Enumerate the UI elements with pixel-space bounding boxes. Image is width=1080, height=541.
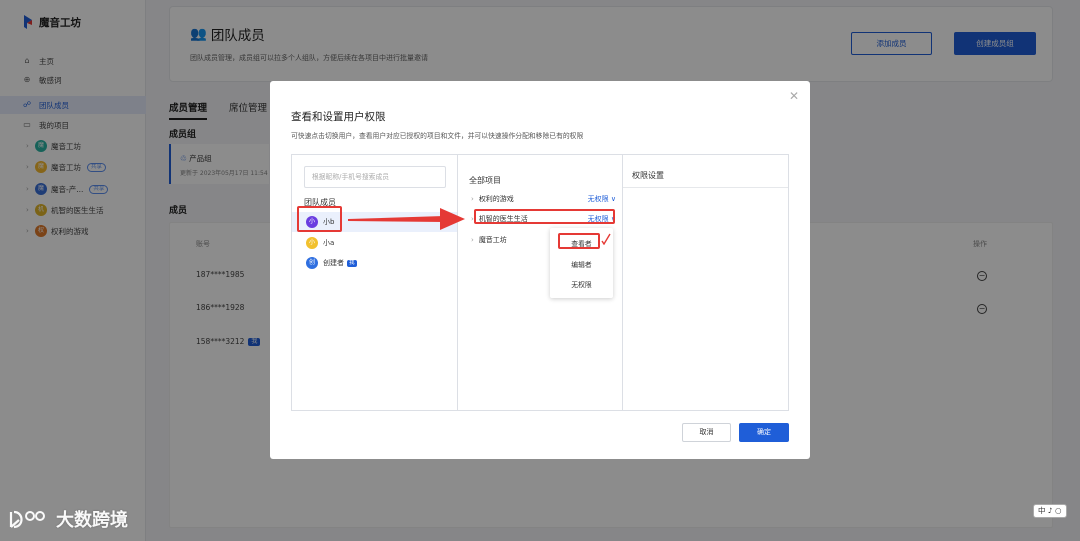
watermark-text: 大数跨境 bbox=[56, 510, 128, 531]
project-name: 权利的游戏 bbox=[478, 195, 514, 203]
permission-select[interactable]: 无权限 ∨ bbox=[588, 194, 616, 204]
permission-settings-panel: 权限设置 bbox=[622, 154, 789, 411]
check-mark-icon bbox=[601, 233, 611, 245]
project-name: 魔音工坊 bbox=[478, 236, 507, 244]
dialog-description: 可快速点击切换用户，查看用户对应已授权的项目和文件，并可以快速操作分配和移除已有… bbox=[291, 132, 584, 140]
permission-settings-title: 权限设置 bbox=[632, 171, 664, 180]
close-icon[interactable]: ✕ bbox=[789, 89, 799, 103]
ime-indicator[interactable]: 中 ♪ ○ bbox=[1033, 504, 1067, 518]
confirm-button[interactable]: 确定 bbox=[739, 423, 789, 442]
project-row[interactable]: › 权利的游戏 无权限 ∨ bbox=[471, 192, 616, 206]
member-item-creator[interactable]: 创 创建者 我 bbox=[292, 253, 457, 273]
dropdown-item-editor[interactable]: 编辑者 bbox=[550, 259, 613, 269]
chevron-right-icon: › bbox=[471, 236, 474, 244]
member-search-input[interactable]: 根据昵称/手机号搜索成员 bbox=[304, 166, 446, 188]
cancel-button[interactable]: 取消 bbox=[682, 423, 731, 442]
project-list-panel: 全部项目 › 权利的游戏 无权限 ∨ › 机智的医生生活 无权限 ∨ › 魔音工… bbox=[457, 154, 623, 411]
dialog-title: 查看和设置用户权限 bbox=[291, 111, 386, 123]
highlight-selected-member bbox=[297, 206, 342, 232]
chevron-right-icon: › bbox=[471, 195, 474, 203]
member-list-panel: 根据昵称/手机号搜索成员 团队成员 小 小b 小 小a 创 创建者 我 bbox=[291, 154, 458, 411]
watermark: 大数跨境 bbox=[8, 506, 128, 532]
all-projects-label: 全部项目 bbox=[469, 176, 501, 185]
highlight-project-row bbox=[474, 209, 615, 224]
divider bbox=[623, 187, 788, 188]
watermark-logo-icon bbox=[9, 510, 45, 529]
me-badge: 我 bbox=[347, 259, 357, 267]
highlight-viewer-option bbox=[558, 233, 600, 249]
member-name: 小a bbox=[323, 239, 335, 247]
member-item-xiaoa[interactable]: 小 小a bbox=[292, 233, 457, 253]
avatar: 创 bbox=[306, 257, 318, 269]
annotation-arrow-icon bbox=[348, 208, 465, 230]
permission-dialog: ✕ 查看和设置用户权限 可快速点击切换用户，查看用户对应已授权的项目和文件，并可… bbox=[270, 81, 810, 459]
member-name: 创建者 bbox=[323, 259, 344, 267]
avatar: 小 bbox=[306, 237, 318, 249]
dropdown-item-no-permission[interactable]: 无权限 bbox=[550, 279, 613, 289]
